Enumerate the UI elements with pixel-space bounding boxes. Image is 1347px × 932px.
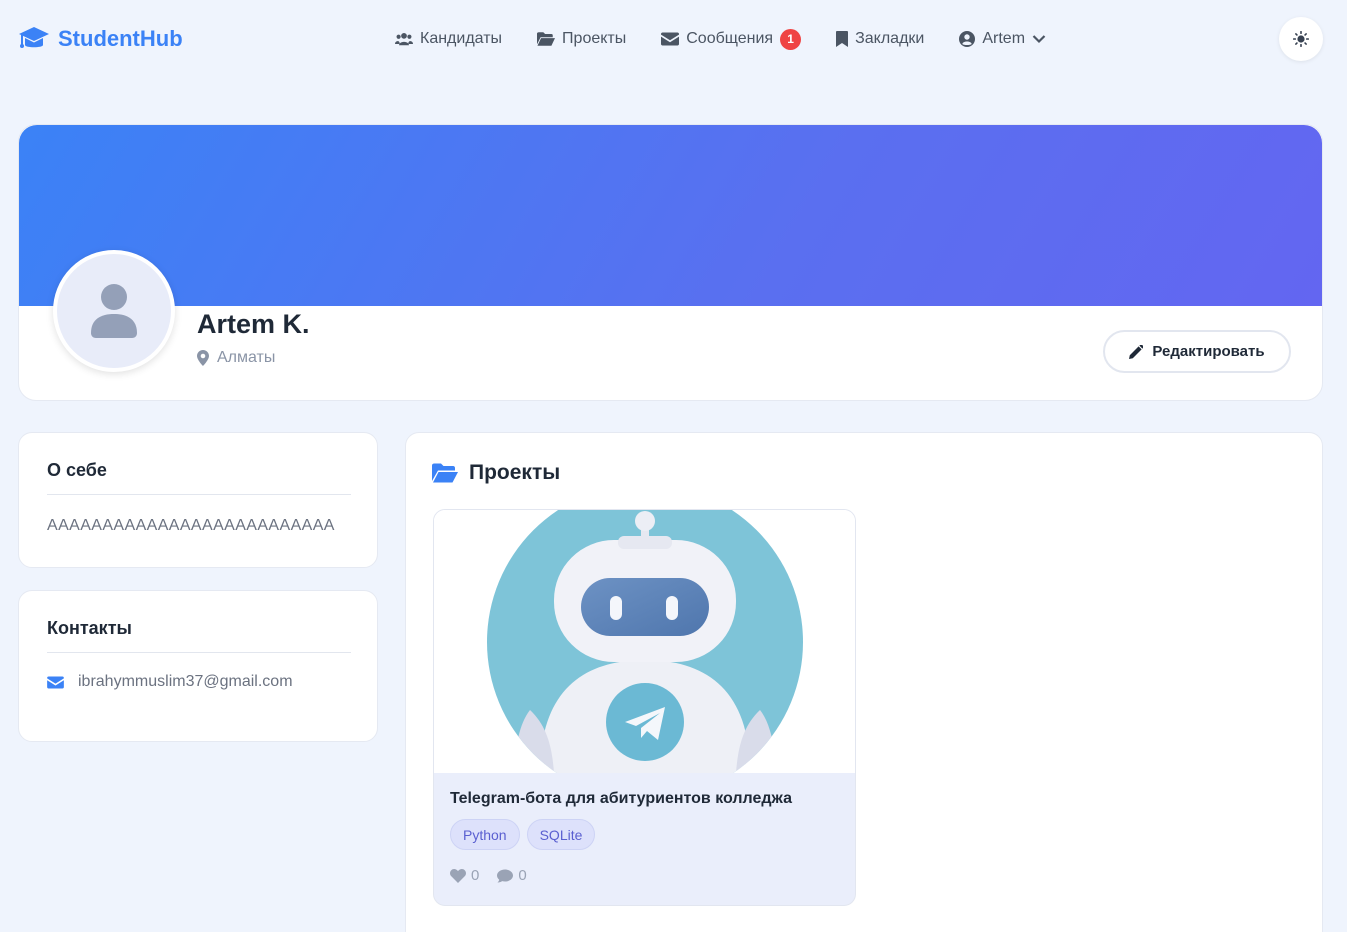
tag-sqlite[interactable]: SQLite xyxy=(526,819,596,850)
brand-name: StudentHub xyxy=(58,26,183,51)
edit-profile-button[interactable]: Редактировать xyxy=(1103,330,1291,373)
projects-title-text: Проекты xyxy=(469,461,561,484)
user-circle-icon xyxy=(959,31,976,47)
divider xyxy=(47,652,351,653)
likes-value: 0 xyxy=(471,867,480,884)
envelope-icon xyxy=(661,32,680,46)
folder-open-icon xyxy=(432,463,458,483)
nav-item-label: Проекты xyxy=(562,30,627,47)
contacts-card: Контакты ibrahymmuslim37@gmail.com xyxy=(18,590,378,742)
chevron-down-icon xyxy=(1032,35,1046,44)
user-menu[interactable]: Artem xyxy=(959,30,1046,48)
profile-cover xyxy=(19,125,1322,306)
heart-icon xyxy=(450,868,466,883)
comments-count[interactable]: 0 xyxy=(497,867,527,884)
pencil-icon xyxy=(1129,344,1144,359)
user-placeholder-icon xyxy=(91,284,137,338)
location-text: Алматы xyxy=(217,349,276,366)
profile-location: Алматы xyxy=(197,349,275,367)
nav-item-bookmarks[interactable]: Закладки xyxy=(836,30,924,48)
map-pin-icon xyxy=(197,350,209,366)
email-text: ibrahymmuslim37@gmail.com xyxy=(78,673,293,690)
folder-open-icon xyxy=(537,32,556,46)
bookmark-icon xyxy=(836,31,849,47)
nav-item-candidates[interactable]: Кандидаты xyxy=(395,30,502,48)
project-stats: 0 0 xyxy=(450,867,527,884)
edit-profile-label: Редактировать xyxy=(1152,343,1265,360)
theme-toggle-button[interactable] xyxy=(1279,17,1323,61)
graduation-cap-icon xyxy=(19,27,49,48)
user-name: Artem xyxy=(982,30,1026,47)
navbar: StudentHub Кандидаты Проекты Сообщения 1… xyxy=(0,0,1347,78)
nav-item-projects[interactable]: Проекты xyxy=(537,30,626,48)
tag-python[interactable]: Python xyxy=(450,819,520,850)
contacts-title: Контакты xyxy=(47,618,132,638)
project-image xyxy=(434,510,855,773)
likes-count[interactable]: 0 xyxy=(450,867,479,884)
about-text: AAAAAAAAAAAAAAAAAAAAAAAAAA xyxy=(47,517,335,534)
project-card[interactable]: Telegram-бота для абитуриентов колледжа … xyxy=(433,509,856,906)
nav-item-label: Кандидаты xyxy=(420,30,503,47)
divider xyxy=(47,494,351,495)
nav-item-label: Закладки xyxy=(855,30,925,47)
unread-messages-badge: 1 xyxy=(780,28,802,50)
avatar xyxy=(53,250,175,372)
profile-name: Artem K. xyxy=(197,309,310,339)
about-card: О себе AAAAAAAAAAAAAAAAAAAAAAAAAA xyxy=(18,432,378,568)
projects-title: Проекты xyxy=(432,461,560,485)
main-nav: Кандидаты Проекты Сообщения 1 Закладки A… xyxy=(395,24,1046,54)
telegram-robot-image xyxy=(434,510,855,773)
project-tags: Python SQLite xyxy=(450,819,596,850)
envelope-icon xyxy=(47,675,64,689)
users-icon xyxy=(395,32,413,46)
nav-item-label: Сообщения xyxy=(686,30,774,47)
contact-email[interactable]: ibrahymmuslim37@gmail.com xyxy=(47,673,293,691)
about-title: О себе xyxy=(47,460,107,480)
comments-value: 0 xyxy=(518,867,527,884)
comment-icon xyxy=(497,869,514,883)
projects-card: Проекты Telegram-бота для абитуриентов к… xyxy=(405,432,1323,932)
nav-item-messages[interactable]: Сообщения 1 xyxy=(661,28,802,50)
project-title: Telegram-бота для абитуриентов колледжа xyxy=(450,790,792,807)
profile-card: Artem K. Алматы Редактировать xyxy=(18,124,1323,401)
sun-icon xyxy=(1293,31,1309,47)
brand-logo[interactable]: StudentHub xyxy=(18,24,183,54)
